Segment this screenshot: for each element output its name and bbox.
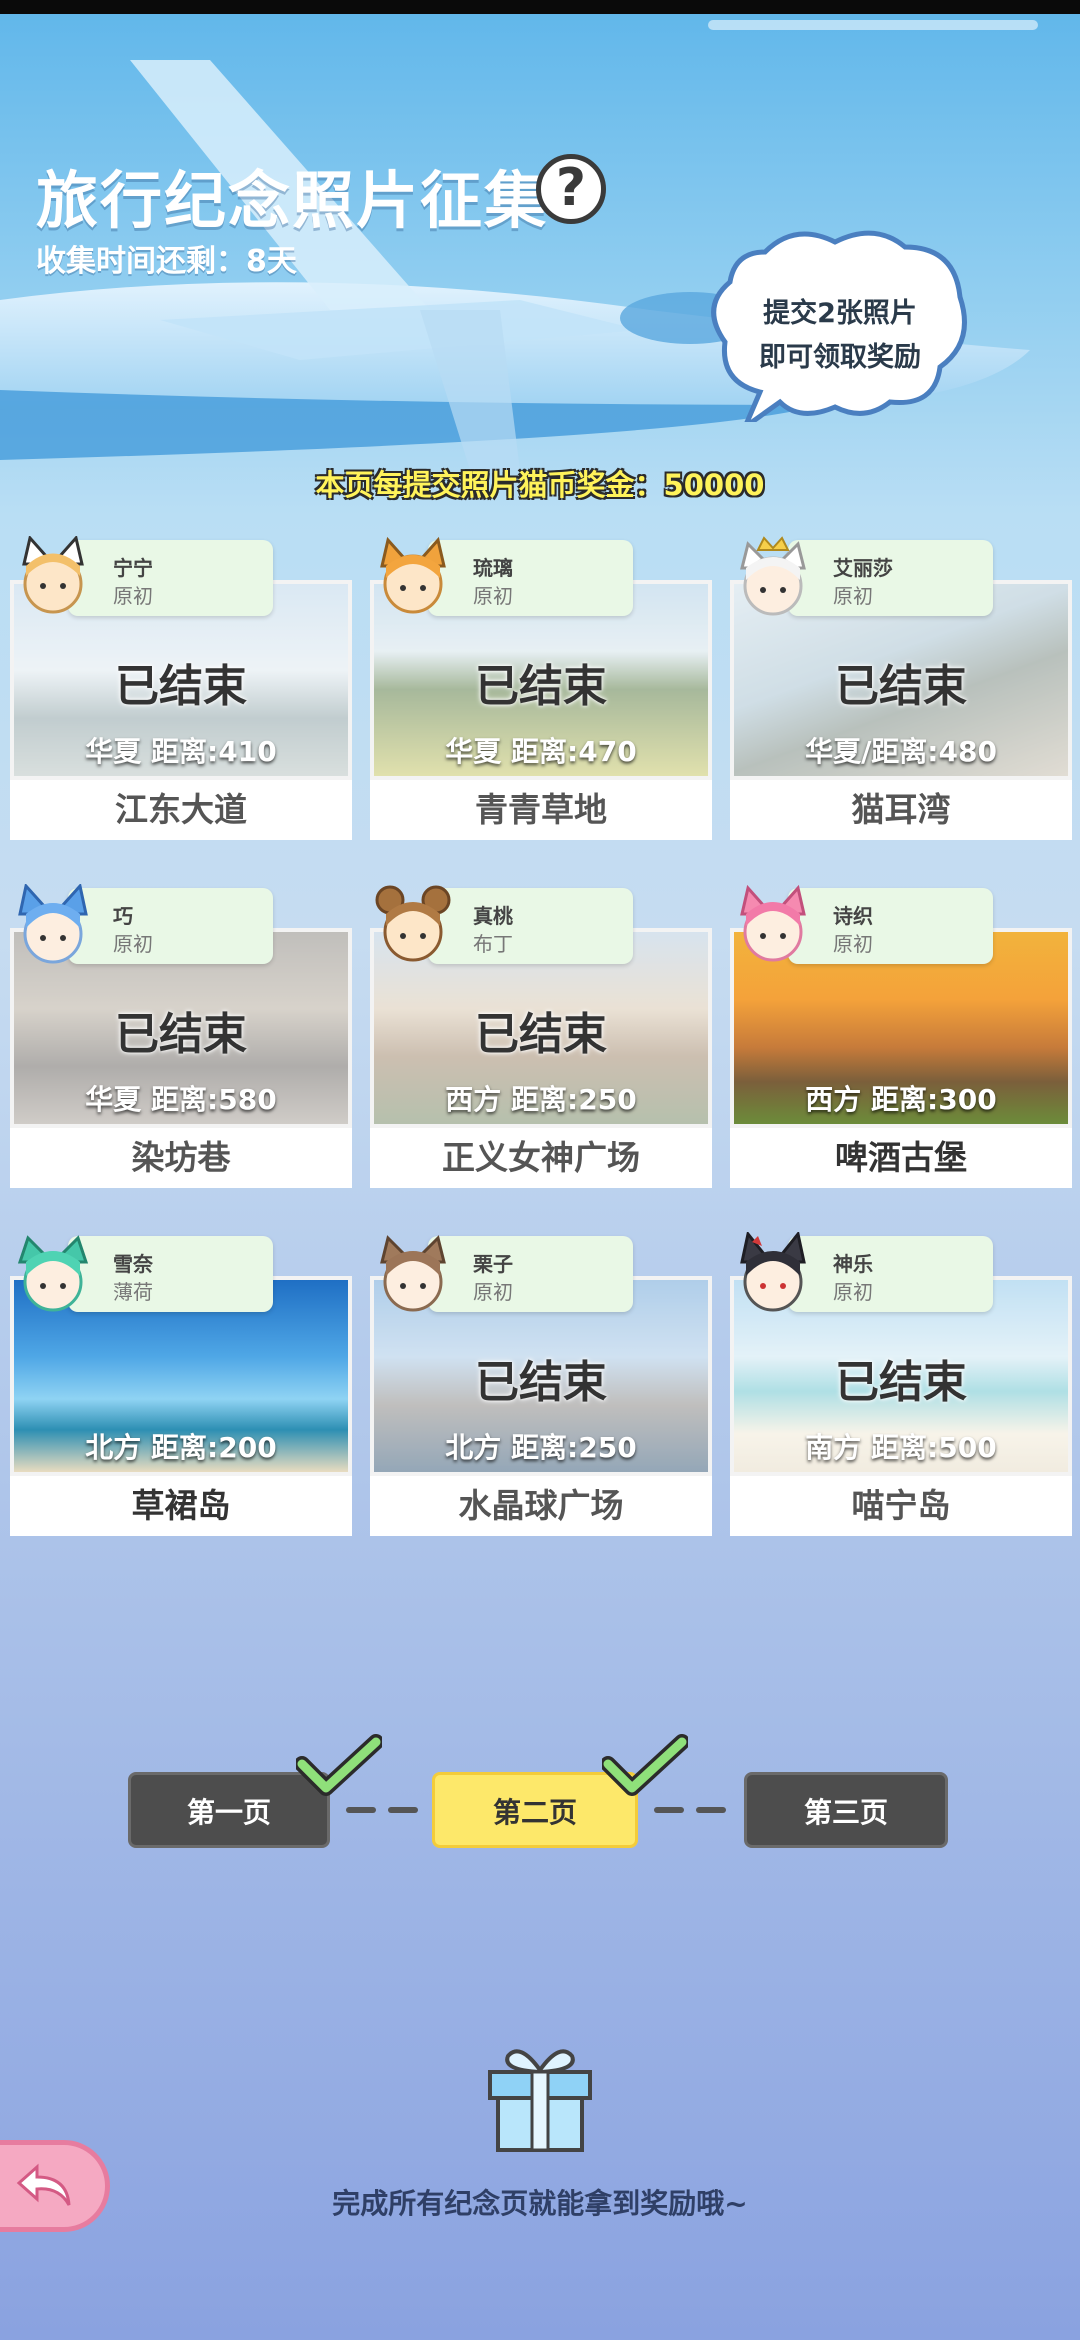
character-name: 神乐: [833, 1252, 873, 1276]
character-tag: 艾丽莎 原初: [788, 540, 993, 616]
character-name: 雪奈: [113, 1252, 153, 1276]
location-name: 染坊巷: [10, 1128, 352, 1188]
back-button[interactable]: [0, 2140, 110, 2232]
distance-label: 北方 距离:250: [445, 1431, 637, 1464]
help-button[interactable]: ?: [536, 154, 606, 224]
page-connector: [388, 1807, 418, 1813]
photo-card[interactable]: 已结束 西方 距离:250 正义女神广场 真桃 布丁: [370, 885, 712, 1198]
distance-label: 华夏 距离:470: [445, 735, 637, 768]
photo-card[interactable]: 北方 距离:200 草裙岛 雪奈 薄荷: [10, 1235, 352, 1546]
character-name: 琉璃: [473, 556, 513, 580]
character-tag: 宁宁 原初: [68, 540, 273, 616]
ended-label: 已结束: [835, 661, 967, 712]
location-name: 草裙岛: [10, 1476, 352, 1536]
bubble-text: 提交2张照片 即可领取奖励: [720, 292, 960, 380]
character-name: 栗子: [473, 1252, 513, 1276]
character-variant: 原初: [113, 584, 153, 608]
distance-label: 西方 距离:250: [445, 1083, 637, 1116]
character-variant: 布丁: [473, 932, 513, 956]
bear-avatar-icon: [375, 885, 451, 962]
location-name: 猫耳湾: [730, 780, 1072, 840]
character-name: 真桃: [473, 904, 513, 928]
cat-avatar-icon: [740, 884, 806, 962]
photo-card[interactable]: 已结束 北方 距离:250 水晶球广场 栗子 原初: [370, 1235, 712, 1546]
character-variant: 原初: [833, 932, 873, 956]
ended-label: 已结束: [475, 1009, 607, 1060]
cat-avatar-icon: [17, 1235, 89, 1312]
location-name: 水晶球广场: [370, 1476, 712, 1536]
character-name: 宁宁: [113, 556, 153, 580]
cat-avatar-icon: [18, 884, 88, 964]
page-3-button[interactable]: 第三页: [744, 1772, 948, 1848]
photo-card[interactable]: 已结束 华夏 距离:410 江东大道 宁宁 原初: [10, 536, 352, 850]
character-variant: 原初: [113, 932, 153, 956]
character-variant: 原初: [473, 584, 513, 608]
ended-label: 已结束: [835, 1357, 967, 1408]
page-title: 旅行纪念照片征集: [36, 164, 549, 237]
location-name: 青青草地: [370, 780, 712, 840]
character-tag: 琉璃 原初: [428, 540, 633, 616]
character-name: 巧: [113, 904, 133, 928]
checkmark-icon: [602, 1734, 688, 1796]
distance-label: 北方 距离:200: [85, 1431, 277, 1464]
photo-card[interactable]: 已结束 华夏 距离:580 染坊巷 巧 原初: [10, 884, 352, 1198]
character-name: 诗织: [833, 904, 873, 928]
top-handle: [708, 20, 1038, 30]
photo-card[interactable]: 西方 距离:300 啤酒古堡 诗织 原初: [730, 884, 1072, 1198]
back-arrow-icon: [16, 2163, 71, 2206]
photo-card[interactable]: 已结束 华夏/距离:480 猫耳湾 艾丽莎 原初: [730, 536, 1072, 850]
character-variant: 原初: [473, 1280, 513, 1304]
location-name: 啤酒古堡: [730, 1128, 1072, 1188]
character-name: 艾丽莎: [833, 556, 893, 580]
remaining-time: 收集时间还剩：8天: [36, 244, 297, 279]
page-connector: [654, 1807, 684, 1813]
ended-label: 已结束: [475, 661, 607, 712]
page-connector: [346, 1807, 376, 1813]
cat-avatar-icon: [380, 536, 446, 614]
location-name: 江东大道: [10, 780, 352, 840]
ended-label: 已结束: [475, 1357, 607, 1408]
cat-avatar-icon: [22, 536, 84, 614]
distance-label: 西方 距离:300: [805, 1083, 997, 1116]
cat-avatar-icon: [380, 1235, 446, 1312]
gift-box-icon[interactable]: [484, 2046, 596, 2154]
location-name: 喵宁岛: [730, 1476, 1072, 1536]
bubble-line-2: 即可领取奖励: [759, 342, 921, 373]
distance-label: 华夏/距离:480: [805, 735, 997, 768]
distance-label: 南方 距离:500: [805, 1431, 997, 1464]
page-connector: [696, 1807, 726, 1813]
photo-card[interactable]: 已结束 南方 距离:500 喵宁岛 神乐 原初: [730, 1232, 1072, 1546]
character-tag: 神乐 原初: [788, 1236, 993, 1312]
reward-hint: 完成所有纪念页就能拿到奖励哦~: [332, 2187, 748, 2220]
ended-label: 已结束: [115, 1009, 247, 1060]
distance-label: 华夏 距离:580: [85, 1083, 277, 1116]
ended-label: 已结束: [115, 661, 247, 712]
cat-avatar-icon: [740, 536, 806, 616]
character-tag: 栗子 原初: [428, 1236, 633, 1312]
cat-avatar-icon: [740, 1232, 806, 1312]
character-tag: 诗织 原初: [788, 888, 993, 964]
checkmark-icon: [296, 1734, 382, 1796]
character-variant: 原初: [833, 584, 873, 608]
character-tag: 巧 原初: [68, 888, 273, 964]
character-variant: 薄荷: [113, 1280, 153, 1304]
status-bar: [0, 0, 1080, 14]
character-variant: 原初: [833, 1280, 873, 1304]
character-tag: 雪奈 薄荷: [68, 1236, 273, 1312]
bonus-banner: 本页每提交照片猫币奖金：50000: [315, 468, 765, 502]
bubble-line-1: 提交2张照片: [763, 298, 917, 329]
photo-card[interactable]: 已结束 华夏 距离:470 青青草地 琉璃 原初: [370, 536, 712, 850]
distance-label: 华夏 距离:410: [85, 735, 277, 768]
location-name: 正义女神广场: [370, 1128, 712, 1188]
character-tag: 真桃 布丁: [428, 888, 633, 964]
